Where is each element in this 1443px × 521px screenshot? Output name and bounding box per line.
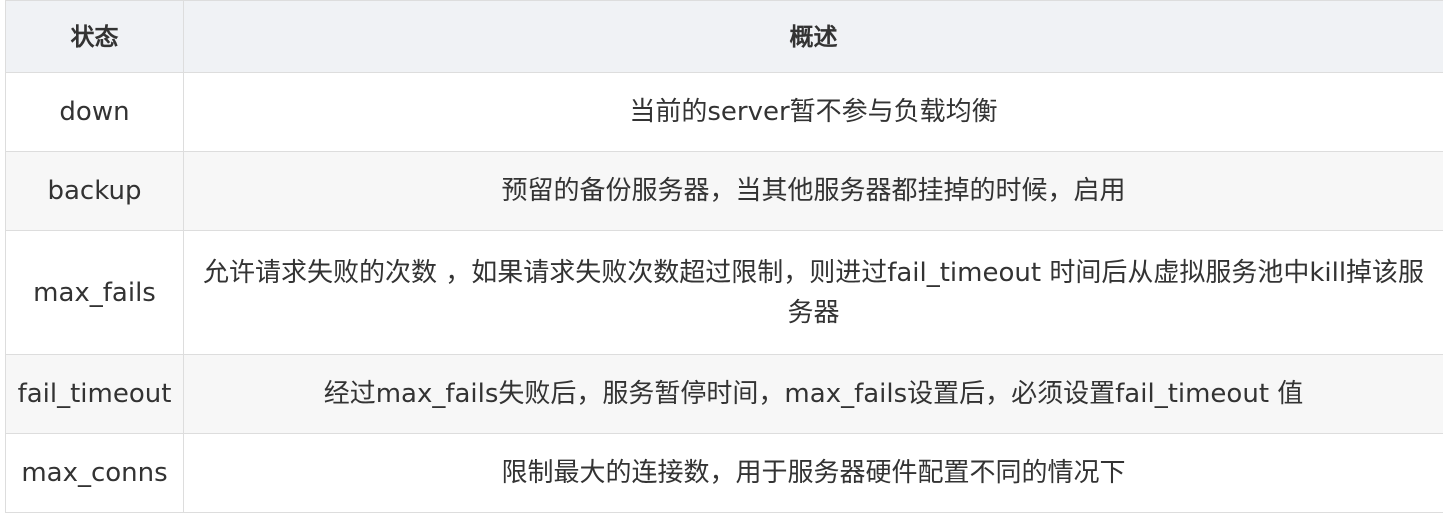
table-header-row: 状态 概述 <box>5 0 1443 73</box>
table-row: max_conns 限制最大的连接数，用于服务器硬件配置不同的情况下 <box>5 433 1443 513</box>
table-row: max_fails 允许请求失败的次数 ，如果请求失败次数超过限制，则进过fai… <box>5 230 1443 355</box>
upstream-state-table: 状态 概述 down 当前的server暂不参与负载均衡 backup 预留的备… <box>5 0 1443 513</box>
state-cell: max_fails <box>5 230 184 355</box>
state-cell: backup <box>5 151 184 231</box>
description-cell: 当前的server暂不参与负载均衡 <box>183 72 1443 152</box>
header-description: 概述 <box>183 0 1443 73</box>
description-cell: 允许请求失败的次数 ，如果请求失败次数超过限制，则进过fail_timeout … <box>183 230 1443 355</box>
table-row: fail_timeout 经过max_fails失败后，服务暂停时间，max_f… <box>5 354 1443 434</box>
description-cell: 限制最大的连接数，用于服务器硬件配置不同的情况下 <box>183 433 1443 513</box>
table-row: down 当前的server暂不参与负载均衡 <box>5 72 1443 152</box>
table-row: backup 预留的备份服务器，当其他服务器都挂掉的时候，启用 <box>5 151 1443 231</box>
state-cell: fail_timeout <box>5 354 184 434</box>
state-cell: max_conns <box>5 433 184 513</box>
header-state: 状态 <box>5 0 184 73</box>
state-cell: down <box>5 72 184 152</box>
description-cell: 预留的备份服务器，当其他服务器都挂掉的时候，启用 <box>183 151 1443 231</box>
description-cell: 经过max_fails失败后，服务暂停时间，max_fails设置后，必须设置f… <box>183 354 1443 434</box>
